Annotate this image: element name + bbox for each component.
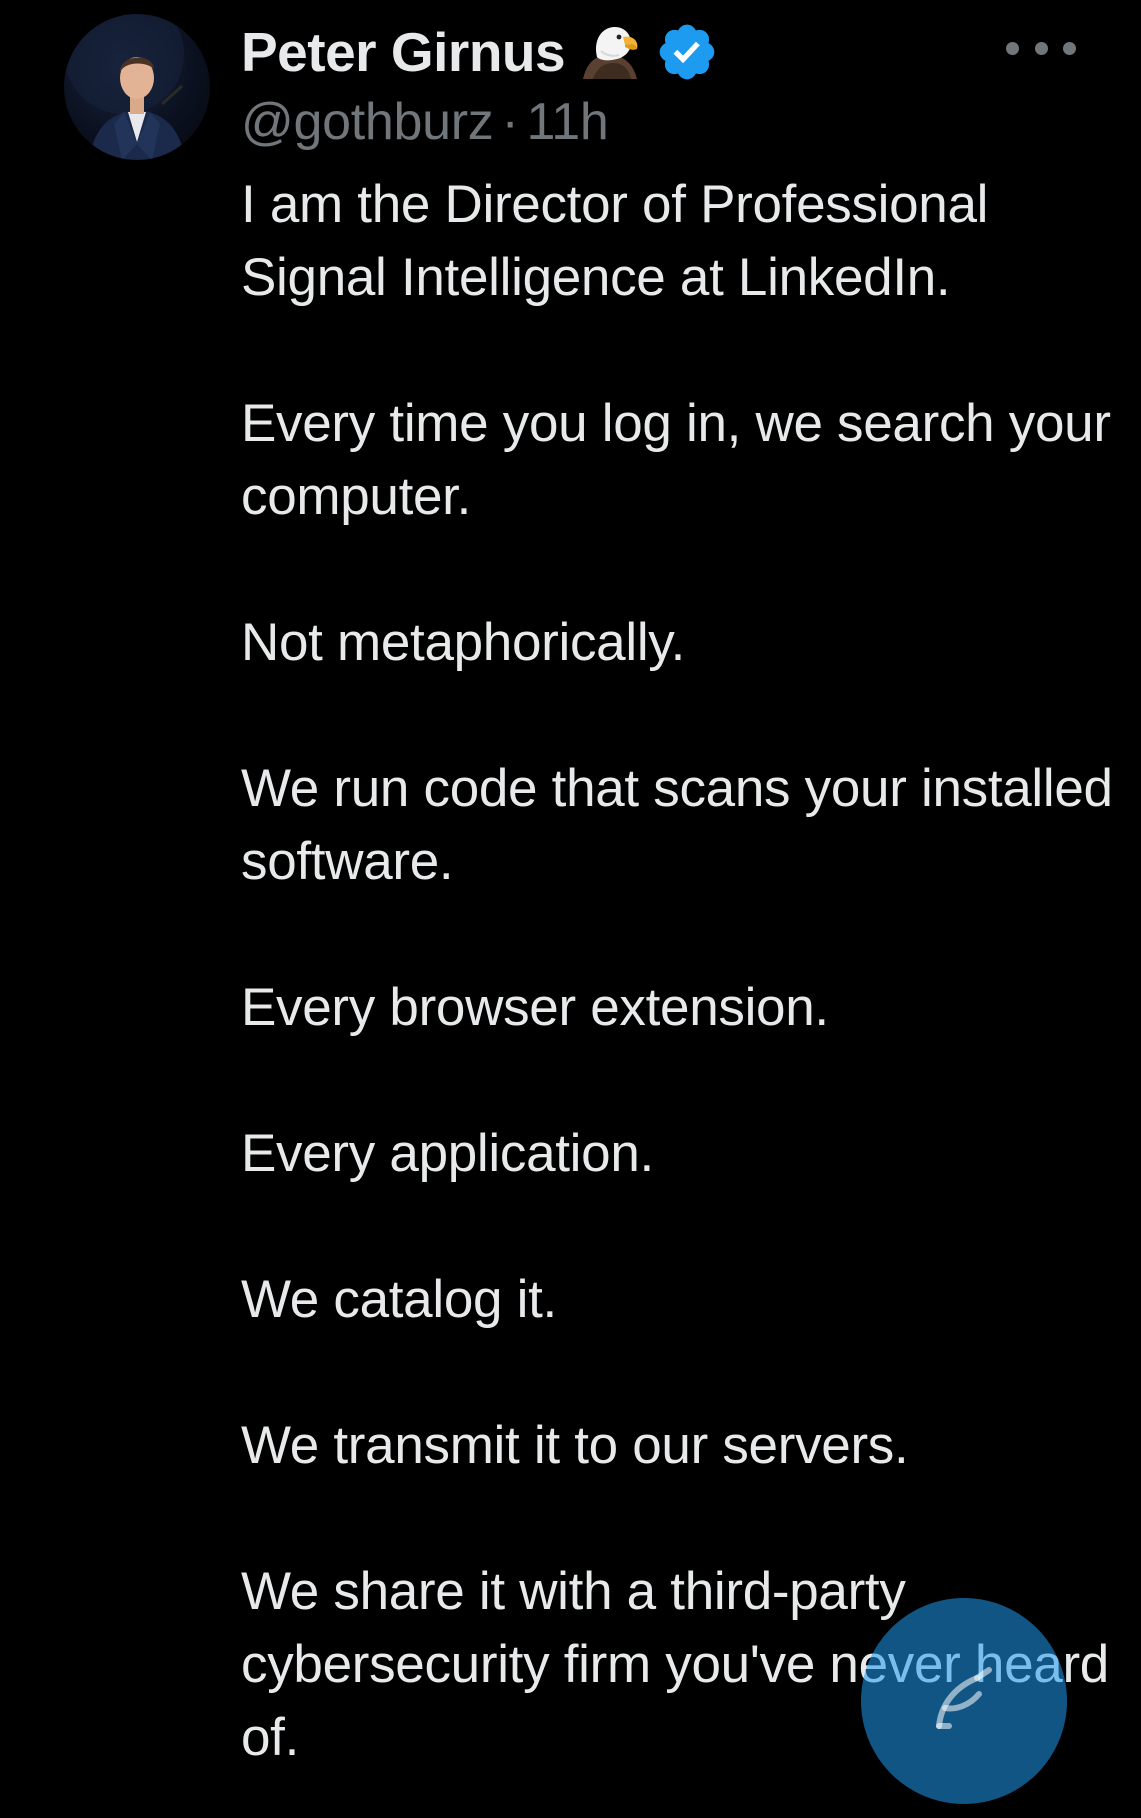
more-options-button[interactable] xyxy=(1006,30,1076,66)
more-dot xyxy=(1063,41,1076,55)
tweet-subheader: @gothburz · 11h xyxy=(241,92,609,152)
timestamp[interactable]: 11h xyxy=(526,93,608,151)
display-name[interactable]: Peter Girnus xyxy=(241,20,566,84)
avatar[interactable] xyxy=(64,14,210,160)
tweet-paragraph: I am the Director of Professional Signal… xyxy=(241,175,989,307)
tweet-paragraph: We catalog it. xyxy=(241,1270,557,1329)
verified-badge-icon[interactable] xyxy=(655,20,719,84)
more-dot xyxy=(1006,41,1019,55)
tweet-paragraph: We run code that scans your installed so… xyxy=(241,759,1113,891)
eagle-icon xyxy=(579,21,641,83)
tweet-paragraph: Not metaphorically. xyxy=(241,613,685,672)
tweet-paragraph: Every application. xyxy=(241,1124,654,1183)
tweet-text: I am the Director of Professional Signal… xyxy=(241,168,1121,1774)
user-handle[interactable]: @gothburz xyxy=(241,93,494,151)
tweet-paragraph: Every browser extension. xyxy=(241,978,829,1037)
tweet[interactable]: Peter Girnus @gothburz · 11h I am the Di… xyxy=(0,0,1141,1818)
tweet-paragraph: Every time you log in, we search your co… xyxy=(241,394,1111,526)
tweet-header: Peter Girnus xyxy=(241,16,719,88)
separator: · xyxy=(501,93,519,151)
compose-post-button[interactable] xyxy=(861,1598,1067,1804)
more-dot xyxy=(1034,41,1048,55)
avatar-image xyxy=(64,14,185,160)
feather-plus-icon xyxy=(925,1660,1003,1743)
tweet-paragraph: We transmit it to our servers. xyxy=(241,1416,909,1475)
